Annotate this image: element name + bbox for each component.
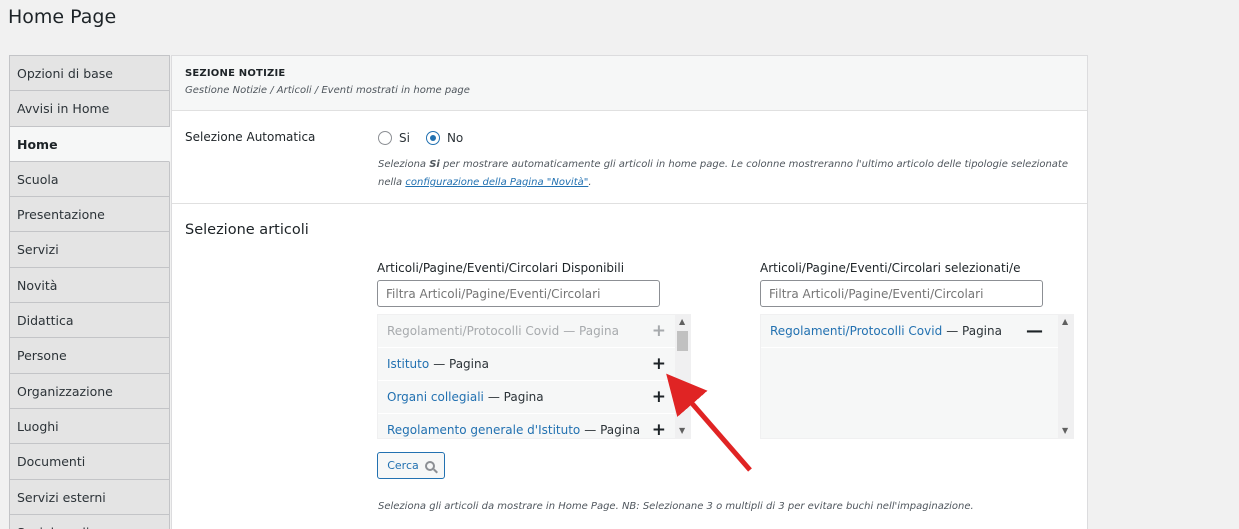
available-list-scrollbar[interactable]: ▲ ▼	[675, 315, 690, 438]
sidebar-item-persone[interactable]: Persone	[9, 338, 170, 374]
section-header: SEZIONE NOTIZIE Gestione Notizie / Artic…	[172, 56, 1087, 111]
sidebar-item-presentazione[interactable]: Presentazione	[9, 197, 170, 233]
list-item: Organi collegiali — Pagina +	[378, 381, 690, 414]
section-subtitle: Gestione Notizie / Articoli / Eventi mos…	[185, 85, 470, 96]
sidebar-item-organizzazione[interactable]: Organizzazione	[9, 373, 170, 409]
article-selection-help: Seleziona gli articoli da mostrare in Ho…	[378, 501, 974, 512]
radio-yes-label[interactable]: Si	[399, 131, 410, 145]
scroll-thumb[interactable]	[677, 331, 688, 351]
sidebar-item-social-media[interactable]: Social media	[9, 514, 170, 529]
list-item: Regolamento generale d'Istituto — Pagina…	[378, 414, 690, 438]
sidebar-item-opzioni-di-base[interactable]: Opzioni di base	[9, 56, 170, 92]
list-item: Regolamenti/Protocolli Covid — Pagina —	[761, 315, 1073, 348]
sidebar-item-didattica[interactable]: Didattica	[9, 303, 170, 339]
list-item-type: — Pagina	[563, 324, 619, 338]
selected-column-title: Articoli/Pagine/Eventi/Circolari selezio…	[760, 261, 1021, 275]
sidebar-item-servizi[interactable]: Servizi	[9, 232, 170, 268]
search-button[interactable]: Cerca	[377, 452, 445, 479]
sidebar-item-luoghi[interactable]: Luoghi	[9, 408, 170, 445]
minus-icon[interactable]: —	[1026, 321, 1043, 341]
selected-list: Regolamenti/Protocolli Covid — Pagina — …	[760, 314, 1074, 439]
auto-selection-label: Selezione Automatica	[185, 130, 316, 144]
available-column-title: Articoli/Pagine/Eventi/Circolari Disponi…	[377, 261, 625, 275]
help-text-bold: Si	[429, 159, 440, 170]
settings-sidebar: Opzioni di base Avvisi in Home Home Scuo…	[9, 55, 170, 529]
list-item-title: Regolamenti/Protocolli Covid	[387, 324, 560, 338]
novita-config-link[interactable]: configurazione della Pagina "Novità"	[405, 177, 588, 188]
plus-icon[interactable]: +	[652, 354, 666, 374]
sidebar-item-scuola[interactable]: Scuola	[9, 161, 170, 198]
radio-no[interactable]	[425, 131, 440, 145]
list-item-type: — Pagina	[946, 324, 1002, 338]
scroll-down-icon[interactable]: ▼	[679, 426, 685, 435]
scroll-up-icon[interactable]: ▲	[1062, 317, 1068, 326]
plus-icon[interactable]: +	[652, 420, 666, 438]
section-divider	[172, 203, 1087, 204]
selected-filter-input[interactable]	[760, 280, 1043, 307]
list-item-type: — Pagina	[487, 390, 544, 404]
settings-panel: SEZIONE NOTIZIE Gestione Notizie / Artic…	[171, 55, 1088, 529]
auto-selection-radio-group: Si No	[378, 131, 479, 145]
help-text-suffix: .	[588, 177, 592, 188]
list-item: Istituto — Pagina +	[378, 348, 690, 381]
auto-selection-help: Seleziona Si per mostrare automaticament…	[378, 156, 1078, 192]
list-item: Regolamenti/Protocolli Covid — Pagina +	[378, 315, 690, 348]
sidebar-item-home[interactable]: Home	[9, 126, 170, 162]
sidebar-item-avvisi-in-home[interactable]: Avvisi in Home	[9, 91, 170, 127]
sidebar-item-novita[interactable]: Novità	[9, 267, 170, 304]
radio-yes[interactable]	[378, 131, 392, 145]
page-title: Home Page	[8, 6, 117, 28]
article-selection-title: Selezione articoli	[185, 222, 309, 238]
list-item-title[interactable]: Organi collegiali	[387, 390, 484, 404]
sidebar-item-documenti[interactable]: Documenti	[9, 444, 170, 480]
plus-icon[interactable]: +	[652, 387, 666, 407]
section-title: SEZIONE NOTIZIE	[185, 68, 286, 79]
plus-icon[interactable]: +	[652, 321, 666, 341]
scroll-up-icon[interactable]: ▲	[679, 317, 685, 326]
list-item-title[interactable]: Regolamento generale d'Istituto	[387, 423, 580, 437]
sidebar-item-servizi-esterni[interactable]: Servizi esterni	[9, 479, 170, 515]
selected-list-scrollbar[interactable]: ▲ ▼	[1058, 315, 1073, 438]
list-item-title[interactable]: Regolamenti/Protocolli Covid	[770, 324, 942, 338]
search-button-label: Cerca	[387, 459, 419, 472]
scroll-down-icon[interactable]: ▼	[1062, 426, 1068, 435]
available-list: Regolamenti/Protocolli Covid — Pagina + …	[377, 314, 691, 439]
list-item-type: — Pagina	[584, 423, 641, 437]
list-item-type: — Pagina	[433, 357, 489, 371]
list-item-title[interactable]: Istituto	[387, 357, 429, 371]
help-text-prefix: Seleziona	[378, 159, 430, 170]
radio-no-label[interactable]: No	[447, 131, 463, 145]
available-filter-input[interactable]	[377, 280, 660, 307]
magnifier-icon	[424, 460, 435, 471]
